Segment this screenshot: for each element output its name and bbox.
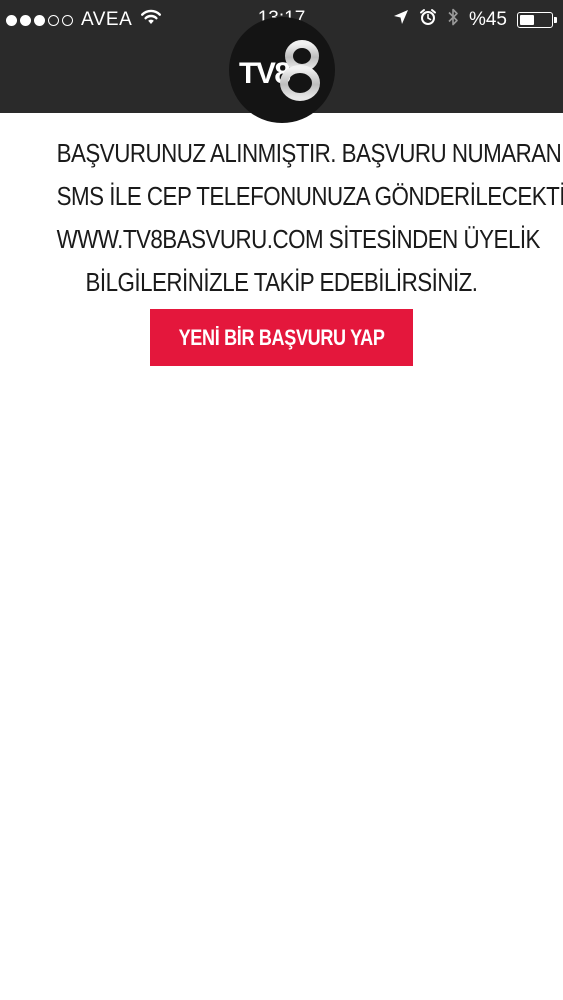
bluetooth-icon	[447, 7, 459, 33]
message-line: BAŞVURUNUZ ALINMIŞTIR. BAŞVURU NUMARANIZ	[56, 138, 563, 168]
app-header: AVEA 13:17	[0, 0, 563, 123]
battery-percent: %45	[468, 9, 507, 30]
new-application-button[interactable]: YENİ BİR BAŞVURU YAP	[150, 309, 413, 366]
confirmation-message: BAŞVURUNUZ ALINMIŞTIR. BAŞVURU NUMARANIZ…	[56, 132, 563, 304]
tv8-logo: TV8	[229, 17, 335, 123]
alarm-icon	[419, 8, 437, 32]
message-line: BİLGİLERİNİZLE TAKİP EDEBİLİRSİNİZ.	[85, 267, 478, 297]
battery-icon	[517, 12, 557, 28]
message-line: SMS İLE CEP TELEFONUNUZA GÖNDERİLECEKTİR…	[56, 181, 563, 211]
status-right: %45	[393, 7, 557, 33]
location-arrow-icon	[393, 9, 409, 31]
message-line: WWW.TV8BASVURU.COM SİTESİNDEN ÜYELİK	[56, 224, 541, 254]
new-application-button-label: YENİ BİR BAŞVURU YAP	[178, 324, 385, 350]
battery-level	[520, 15, 534, 25]
tv8-logo-mark: TV8	[239, 40, 320, 101]
